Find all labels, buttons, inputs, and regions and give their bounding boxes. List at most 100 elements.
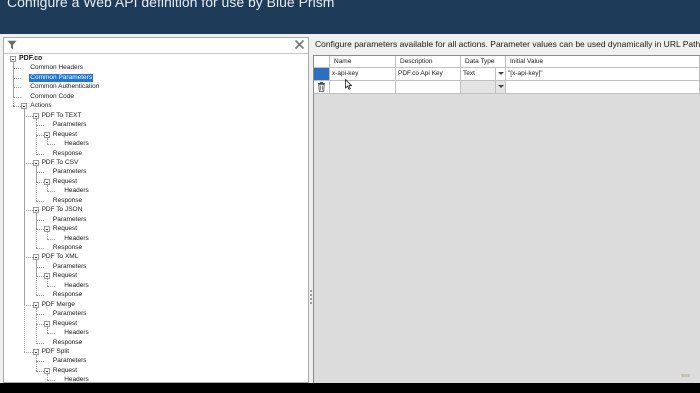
tree-connector xyxy=(35,307,37,343)
tree-node-pdf-to-json[interactable]: PDF To JSON xyxy=(41,206,84,214)
tree-connector xyxy=(46,285,56,287)
clear-filter-icon[interactable] xyxy=(294,39,305,50)
tree-node-common-code[interactable]: Common Code xyxy=(29,93,75,101)
tree-connector xyxy=(46,373,48,381)
tree-connector xyxy=(24,162,33,164)
chevron-down-icon[interactable] xyxy=(495,68,505,80)
tree-connector xyxy=(35,323,44,325)
tree-connector xyxy=(35,260,37,296)
chevron-down-icon[interactable] xyxy=(495,81,505,93)
tree-node-response[interactable]: Response xyxy=(52,291,83,299)
bottom-strip xyxy=(0,383,700,393)
tree-node-parameters[interactable]: Parameters xyxy=(52,168,88,176)
tree-node-pdf-to-xml[interactable]: PDF To XML xyxy=(41,253,80,261)
tree-node-actions[interactable]: Actions xyxy=(29,102,52,110)
column-header-description[interactable]: Description xyxy=(396,56,461,68)
param-initial-value-cell[interactable]: "[x-api-key]" xyxy=(506,68,700,81)
title-bar: Configure a Web API definition for use b… xyxy=(0,0,700,34)
tree-node-parameters[interactable]: Parameters xyxy=(52,310,88,318)
tree-connector xyxy=(46,137,48,145)
splitter-grip xyxy=(310,302,312,304)
tree-connector xyxy=(46,184,48,192)
tree-connector xyxy=(24,115,33,117)
filter-icon[interactable] xyxy=(7,40,17,50)
tree-node-pdf-co[interactable]: PDF.co xyxy=(18,55,43,63)
tree-connector xyxy=(46,380,56,382)
tree-connector xyxy=(13,62,14,107)
tree-node-request[interactable]: Request xyxy=(52,272,78,280)
row-selector[interactable] xyxy=(314,68,330,81)
param-name-cell[interactable]: x-api-key xyxy=(330,68,396,81)
tree-node-headers[interactable]: Headers xyxy=(63,282,90,290)
tree-connector xyxy=(35,276,44,278)
tree-connector xyxy=(24,304,33,306)
tree-node-parameters[interactable]: Parameters xyxy=(52,121,88,129)
tree-node-pdf-merge[interactable]: PDF Merge xyxy=(41,301,76,309)
tree-connector xyxy=(35,219,44,221)
tree-node-response[interactable]: Response xyxy=(52,150,83,158)
tree-connector xyxy=(35,181,44,183)
splitter-grip xyxy=(310,290,312,292)
new-param-name-cell[interactable] xyxy=(330,81,396,94)
column-header-initial-value[interactable]: Initial Value xyxy=(506,56,700,68)
tree-node-headers[interactable]: Headers xyxy=(63,140,90,148)
tree-node-headers[interactable]: Headers xyxy=(63,187,90,195)
new-param-data-type-select[interactable] xyxy=(461,81,506,94)
tree-connector xyxy=(35,125,44,127)
tree-node-request[interactable]: Request xyxy=(52,178,78,186)
tree-node-response[interactable]: Response xyxy=(52,339,83,347)
tree-node-response[interactable]: Response xyxy=(52,197,83,205)
tree-node-parameters[interactable]: Parameters xyxy=(52,263,88,271)
column-header-data-type[interactable]: Data Type xyxy=(461,56,506,68)
tree-node-headers[interactable]: Headers xyxy=(63,376,90,382)
tree-node-pdf-split[interactable]: PDF Split xyxy=(41,348,70,356)
param-data-type-value: Text xyxy=(463,70,475,77)
tree-connector xyxy=(35,213,37,248)
definition-tree[interactable]: PDF.co Common Headers Common Parameters Com… xyxy=(4,55,308,382)
tree-connector xyxy=(13,87,22,89)
column-header-name[interactable]: Name xyxy=(330,56,396,68)
trash-icon[interactable] xyxy=(317,82,326,92)
delete-row-cell[interactable] xyxy=(314,81,330,94)
tree-connector xyxy=(35,248,44,249)
filter-bar[interactable] xyxy=(4,38,308,54)
new-param-description-cell[interactable] xyxy=(396,81,461,94)
tree-connector xyxy=(46,238,56,240)
tree-connector xyxy=(46,279,48,286)
tree-node-response[interactable]: Response xyxy=(52,244,83,252)
tree-pane: PDF.co Common Headers Common Parameters Com… xyxy=(3,37,309,383)
tree-node-pdf-to-text[interactable]: PDF To TEXT xyxy=(41,112,83,120)
tree-node-request[interactable]: Request xyxy=(52,131,78,139)
tree-connector xyxy=(46,333,56,335)
tree-connector xyxy=(35,134,44,136)
tree-connector xyxy=(35,314,44,316)
tree-connector xyxy=(13,96,22,98)
tree-connector xyxy=(24,351,33,353)
param-data-type-select[interactable]: Text xyxy=(461,68,506,81)
tree-connector xyxy=(35,370,44,372)
parameters-description: Configure parameters available for all a… xyxy=(315,39,700,49)
splitter-grip xyxy=(310,298,312,300)
tree-node-headers[interactable]: Headers xyxy=(63,235,90,243)
row-header-corner xyxy=(314,56,330,68)
tree-connector xyxy=(35,266,44,268)
tree-node-common-parameters[interactable]: Common Parameters xyxy=(29,73,94,82)
tree-node-pdf-to-csv[interactable]: PDF To CSV xyxy=(41,159,80,167)
tree-node-headers[interactable]: Headers xyxy=(63,329,90,337)
parameters-grid[interactable]: Name Description Data Type Initial Value… xyxy=(313,55,700,383)
tree-connector xyxy=(35,354,37,371)
tree-node-request[interactable]: Request xyxy=(52,367,78,375)
tree-node-parameters[interactable]: Parameters xyxy=(52,357,88,365)
tree-node-common-authentication[interactable]: Common Authentication xyxy=(29,83,100,91)
tree-connector xyxy=(46,232,48,239)
tree-node-request[interactable]: Request xyxy=(52,225,78,233)
tree-node-request[interactable]: Request xyxy=(52,320,78,328)
window-title: Configure a Web API definition for use b… xyxy=(7,0,335,10)
tree-node-common-headers[interactable]: Common Headers xyxy=(29,64,84,72)
new-param-initial-value-cell[interactable] xyxy=(506,81,700,94)
tree-node-parameters[interactable]: Parameters xyxy=(52,216,88,224)
param-description-cell[interactable]: PDF.co Api Key xyxy=(396,68,461,81)
tree-connector xyxy=(35,172,44,174)
parameters-pane: Configure parameters available for all a… xyxy=(313,34,700,383)
tree-connector xyxy=(35,200,44,202)
